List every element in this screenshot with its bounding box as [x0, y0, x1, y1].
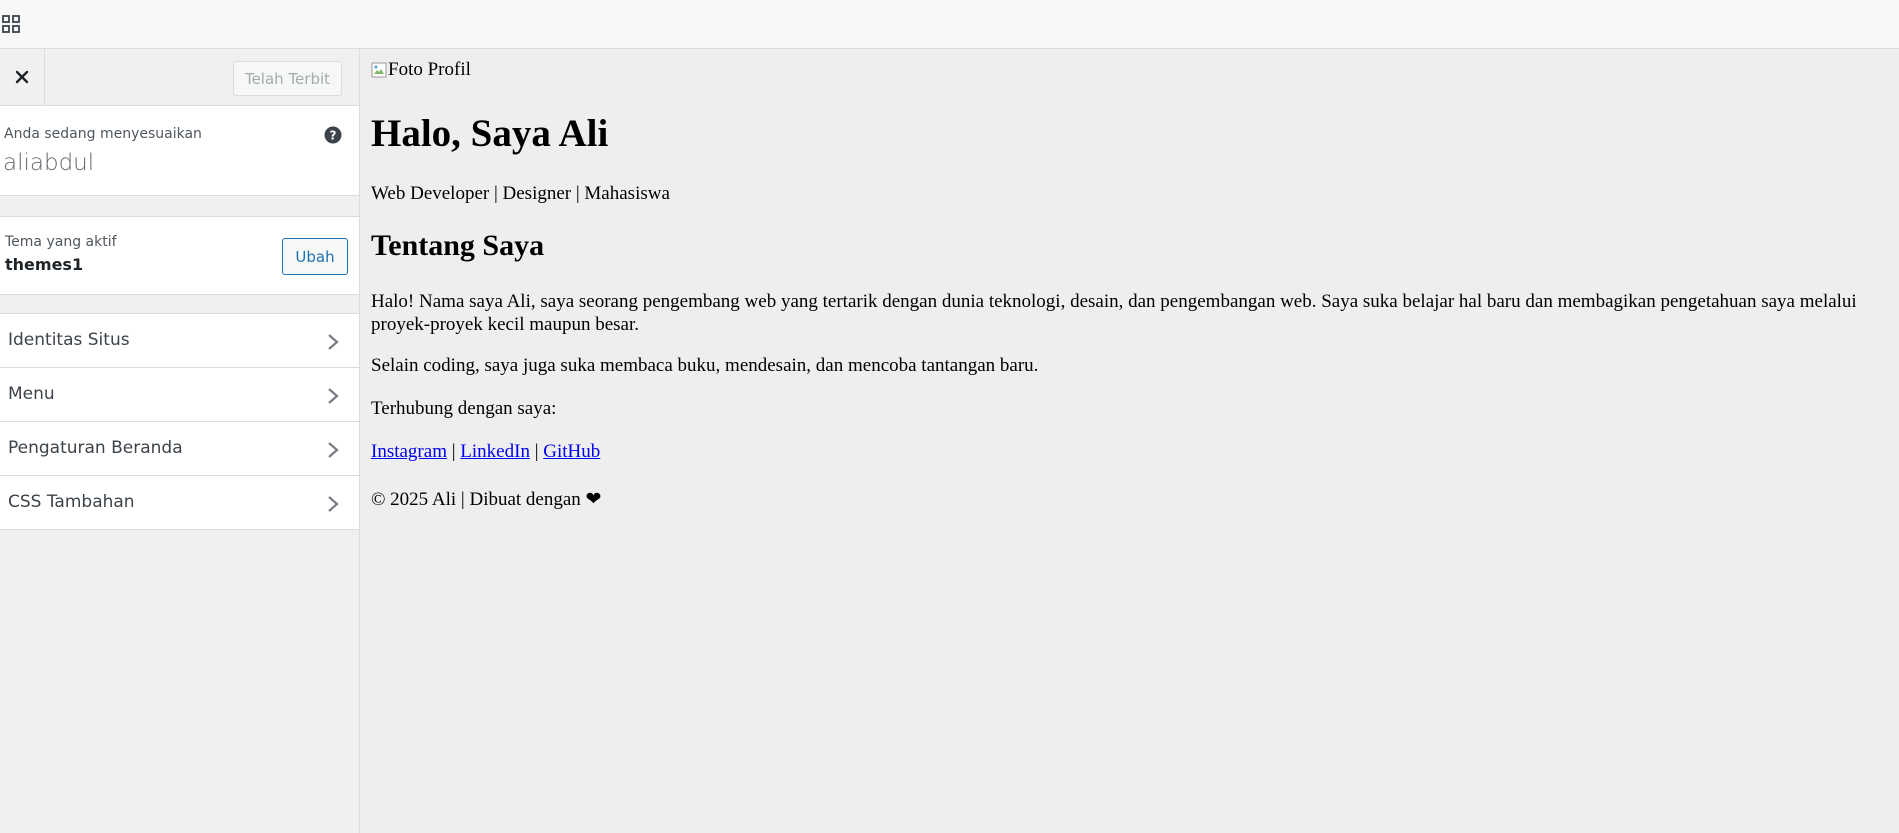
- grid-apps-icon[interactable]: [2, 15, 20, 33]
- customizing-label: Anda sedang menyesuaikan: [4, 126, 202, 142]
- hero-title: Halo, Saya Ali: [371, 112, 609, 155]
- active-theme-name: themes1: [5, 255, 84, 274]
- connect-text: Terhubung dengan saya:: [371, 398, 557, 419]
- site-preview: Foto Profil Halo, Saya Ali Web Developer…: [361, 49, 1899, 833]
- change-theme-button[interactable]: Ubah: [282, 238, 348, 275]
- profile-photo-alt-text: Foto Profil: [388, 59, 471, 80]
- customizer-header: Telah Terbit: [0, 49, 359, 106]
- linkedin-link[interactable]: LinkedIn: [460, 441, 530, 462]
- social-links: Instagram | LinkedIn | GitHub: [371, 441, 600, 463]
- instagram-link[interactable]: Instagram: [371, 441, 447, 462]
- section-label: Pengaturan Beranda: [8, 438, 183, 458]
- customize-info-panel: Anda sedang menyesuaikan aliabdul ?: [0, 106, 359, 196]
- section-menus[interactable]: Menu: [0, 367, 359, 421]
- about-heading: Tentang Saya: [371, 229, 545, 262]
- github-link[interactable]: GitHub: [543, 441, 600, 462]
- chevron-right-icon: [328, 442, 339, 458]
- chevron-right-icon: [328, 334, 339, 350]
- link-separator: |: [446, 441, 461, 462]
- profile-photo: Foto Profil: [371, 59, 471, 81]
- broken-image-icon: [371, 62, 387, 78]
- section-label: Identitas Situs: [8, 330, 130, 350]
- site-title: aliabdul: [3, 150, 95, 176]
- svg-text:?: ?: [330, 129, 337, 143]
- section-site-identity[interactable]: Identitas Situs: [0, 313, 359, 367]
- section-label: CSS Tambahan: [8, 492, 135, 512]
- link-separator: |: [529, 441, 544, 462]
- publish-button[interactable]: Telah Terbit: [233, 61, 342, 96]
- close-customizer-button[interactable]: [0, 49, 45, 105]
- section-label: Menu: [8, 384, 55, 404]
- customizer-sidebar: Telah Terbit Anda sedang menyesuaikan al…: [0, 49, 360, 833]
- tagline: Web Developer | Designer | Mahasiswa: [371, 183, 670, 204]
- section-homepage-settings[interactable]: Pengaturan Beranda: [0, 421, 359, 475]
- active-theme-label: Tema yang aktif: [5, 234, 117, 250]
- active-theme-panel: Tema yang aktif themes1 Ubah: [0, 216, 359, 295]
- section-additional-css[interactable]: CSS Tambahan: [0, 475, 359, 530]
- admin-topbar: [0, 0, 1899, 49]
- about-paragraph-1: Halo! Nama saya Ali, saya seorang pengem…: [371, 291, 1857, 335]
- help-icon[interactable]: ?: [324, 126, 342, 144]
- chevron-right-icon: [328, 496, 339, 512]
- about-paragraph-2: Selain coding, saya juga suka membaca bu…: [371, 355, 1039, 376]
- close-icon: [15, 70, 29, 84]
- customizer-sections: Identitas Situs Menu Pengaturan Beranda …: [0, 313, 359, 530]
- footer-text: © 2025 Ali | Dibuat dengan ❤: [371, 489, 602, 510]
- chevron-right-icon: [328, 388, 339, 404]
